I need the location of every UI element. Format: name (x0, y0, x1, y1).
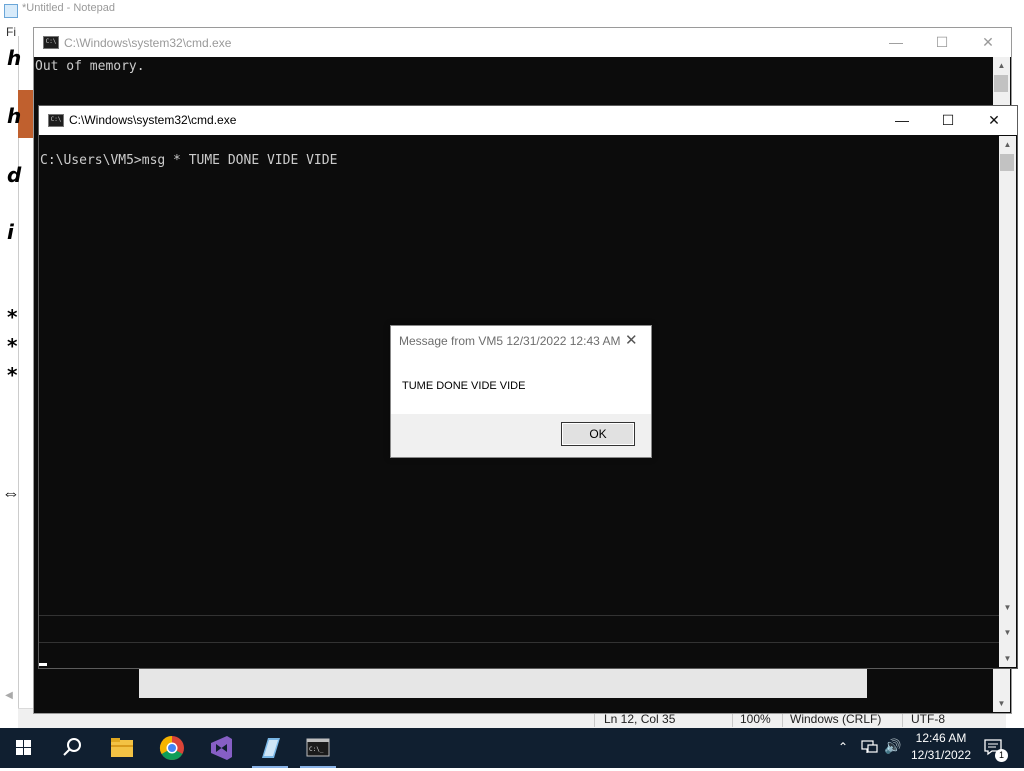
notepad-text-char: i (7, 220, 14, 244)
taskbar: C:\_ ⌃ 🔊 12:46 AM 12/31/2022 1 (0, 728, 1024, 768)
ok-button[interactable]: OK (561, 422, 635, 446)
scroll-up-arrow-icon[interactable]: ▲ (999, 136, 1016, 153)
notepad-text-char: * (7, 363, 18, 387)
close-icon[interactable]: ✕ (965, 28, 1011, 57)
statusbar-encoding: UTF-8 (911, 712, 945, 726)
cmd-icon[interactable]: C:\_ (294, 728, 342, 768)
cmd-app-icon: C:\ (48, 114, 64, 127)
svg-text:C:\_: C:\_ (309, 746, 324, 753)
clock-time[interactable]: 12:46 AM (906, 731, 976, 745)
notepad-text-char: h (7, 46, 22, 70)
cmd-titlebar[interactable]: C:\ C:\Windows\system32\cmd.exe — ☐ ✕ (39, 106, 1017, 135)
chrome-icon[interactable] (148, 728, 196, 768)
console-divider (39, 615, 999, 616)
scroll-down-arrow-icon[interactable]: ▼ (993, 695, 1010, 712)
notepad-title: *Untitled - Notepad (22, 2, 115, 14)
notepad-text-char: * (7, 334, 18, 358)
notepad-text-char: d (7, 163, 22, 187)
dialog-message: TUME DONE VIDE VIDE (402, 380, 526, 392)
scroll-up-arrow-icon[interactable]: ▲ (993, 57, 1010, 74)
network-icon[interactable] (860, 739, 880, 760)
clock-date[interactable]: 12/31/2022 (906, 748, 976, 762)
minimize-icon[interactable]: — (873, 28, 919, 57)
resize-cursor-icon: ⇔ (2, 483, 20, 503)
cmd-window-title: C:\Windows\system32\cmd.exe (64, 36, 232, 50)
cmd-titlebar[interactable]: C:\ C:\Windows\system32\cmd.exe — ☐ ✕ (34, 28, 1011, 57)
file-explorer-icon[interactable] (98, 728, 146, 768)
volume-icon[interactable]: 🔊 (884, 738, 901, 755)
notification-count-badge: 1 (995, 749, 1008, 762)
console-output: Out of memory. (35, 59, 145, 74)
notepad-app-icon (4, 4, 18, 18)
start-icon[interactable] (0, 728, 48, 768)
horizontal-scrollbar[interactable] (139, 668, 867, 698)
console-prompt-line: C:\Users\VM5>msg * TUME DONE VIDE VIDE (40, 153, 338, 168)
notepad-text-char: * (7, 305, 18, 329)
notepad-text-char: h (7, 104, 22, 128)
statusbar-position: Ln 12, Col 35 (604, 712, 676, 726)
scroll-thumb[interactable] (994, 75, 1008, 92)
scroll-left-arrow-icon[interactable]: ◀ (0, 690, 18, 708)
vertical-scrollbar[interactable]: ▲ ▼ ▼ ▼ (999, 136, 1016, 667)
close-icon[interactable]: ✕ (971, 106, 1017, 135)
scroll-thumb[interactable] (1000, 154, 1014, 171)
chevron-up-icon[interactable]: ⌃ (838, 740, 848, 754)
scroll-down-arrow-icon[interactable]: ▼ (999, 650, 1016, 667)
minimize-icon[interactable]: — (879, 106, 925, 135)
cmd-window-title: C:\Windows\system32\cmd.exe (69, 113, 237, 127)
notepad-icon[interactable] (246, 728, 294, 768)
scroll-down-arrow-icon[interactable]: ▼ (999, 624, 1016, 641)
search-icon[interactable] (48, 728, 96, 768)
close-icon[interactable]: ✕ (625, 331, 638, 349)
dialog-footer: OK (391, 414, 651, 457)
dialog-title: Message from VM5 12/31/2022 12:43 AM (399, 334, 621, 348)
statusbar-line-ending: Windows (CRLF) (790, 712, 882, 726)
maximize-icon[interactable]: ☐ (919, 28, 965, 57)
scroll-down-arrow-icon[interactable]: ▼ (999, 599, 1016, 616)
cmd-app-icon: C:\ (43, 36, 59, 49)
console-divider (39, 642, 999, 643)
message-dialog[interactable]: Message from VM5 12/31/2022 12:43 AM ✕ T… (390, 325, 652, 458)
console-cursor (39, 663, 47, 666)
visual-studio-icon[interactable] (197, 728, 245, 768)
maximize-icon[interactable]: ☐ (925, 106, 971, 135)
statusbar-zoom: 100% (740, 712, 771, 726)
